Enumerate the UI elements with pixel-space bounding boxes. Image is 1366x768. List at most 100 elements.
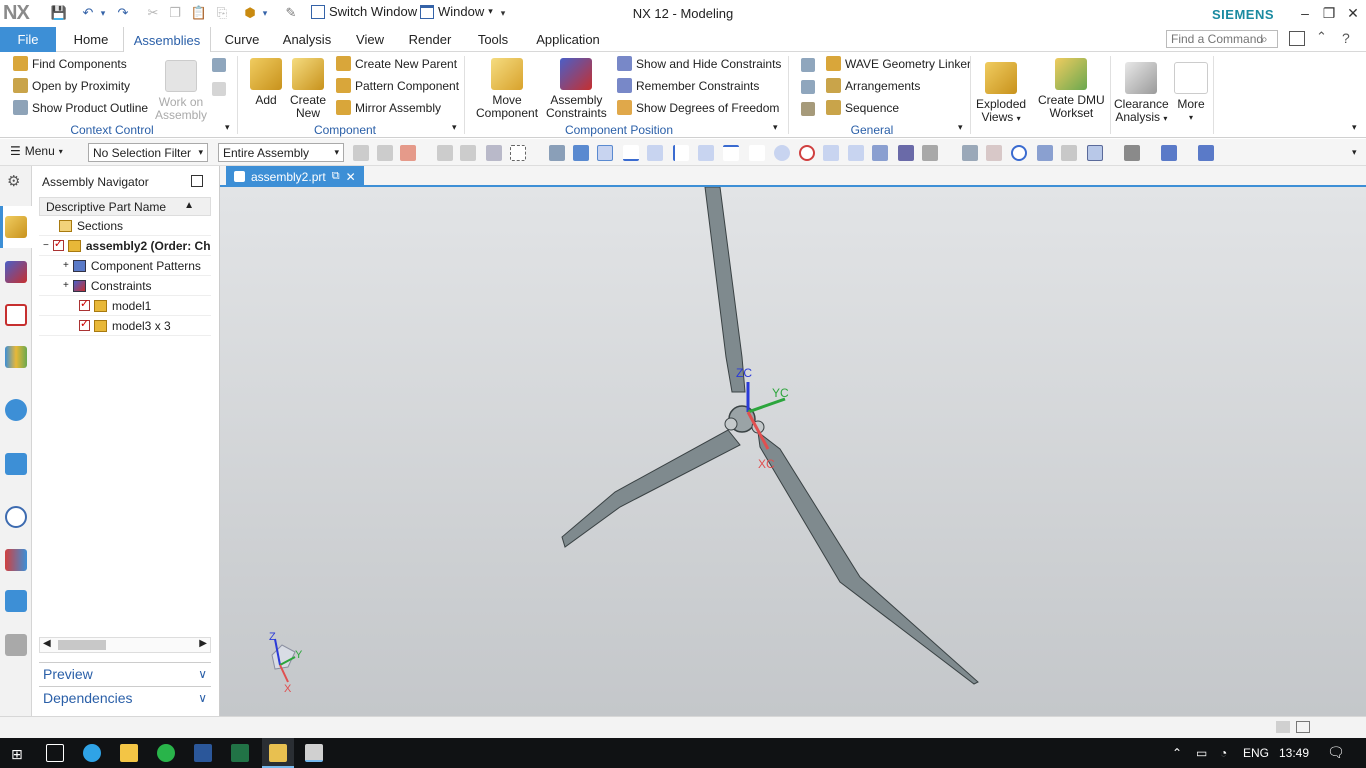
tab-home[interactable]: Home (64, 27, 118, 52)
paste-special-icon[interactable]: ⎘ (213, 4, 231, 22)
tool-dropdown-icon[interactable]: ▾ (260, 4, 270, 22)
task-view-icon[interactable] (46, 744, 64, 762)
assembly-navigator-icon[interactable] (5, 216, 27, 238)
rectangle-select-icon[interactable] (510, 145, 526, 161)
column-header[interactable]: Descriptive Part Name ▲ (39, 197, 211, 216)
dependencies-panel-header[interactable]: Dependencies ∨ (39, 686, 211, 708)
help-icon[interactable]: ? (1342, 30, 1350, 46)
app-icon[interactable] (305, 744, 323, 762)
cut-icon[interactable]: ✂ (144, 4, 162, 22)
quadrant-icon[interactable] (799, 145, 815, 161)
tab-file[interactable]: File (0, 27, 56, 52)
graphics-viewport[interactable]: ZC YC XC Z Y X (220, 186, 1366, 716)
remember-constraints-button[interactable]: Remember Constraints (617, 78, 759, 93)
background-icon[interactable] (1124, 145, 1140, 161)
tree-row-sections[interactable]: Sections (39, 216, 211, 236)
selection-scope-select[interactable]: Entire Assembly ▾ (218, 143, 344, 162)
collapse-ribbon-icon[interactable]: ⌃ (1316, 29, 1327, 45)
group-expand-icon[interactable]: ▾ (225, 122, 230, 133)
visibility-checkbox[interactable] (52, 237, 64, 251)
wave-geometry-linker-button[interactable]: WAVE Geometry Linker (826, 56, 971, 71)
pan-icon[interactable] (1037, 145, 1053, 161)
network-icon[interactable]: ◔ (1220, 746, 1227, 760)
fullscreen-icon[interactable] (1296, 721, 1310, 733)
cube-icon[interactable] (573, 145, 589, 161)
show-product-outline-button[interactable]: Show Product Outline (13, 100, 148, 115)
orient-view-icon[interactable] (1161, 145, 1177, 161)
edge-icon[interactable] (83, 744, 101, 762)
excel-icon[interactable] (231, 744, 249, 762)
create-dmu-workset-button[interactable]: Create DMU Workset (1038, 58, 1105, 120)
intersection-icon[interactable] (698, 145, 714, 161)
group-expand-icon[interactable]: ▾ (773, 122, 778, 133)
minimize-icon[interactable]: – (1293, 3, 1317, 23)
tab-tools[interactable]: Tools (468, 27, 518, 52)
general-small-icon-2[interactable] (801, 80, 815, 94)
scroll-right-icon[interactable]: ▶ (199, 638, 207, 649)
ribbon-options-dropdown-icon[interactable]: ▾ (1352, 122, 1357, 133)
show-dof-button[interactable]: Show Degrees of Freedom (617, 100, 779, 115)
snap-icon[interactable] (353, 145, 369, 161)
tab-analysis[interactable]: Analysis (276, 27, 338, 52)
paste-icon[interactable]: 📋 (190, 4, 208, 22)
create-new-parent-button[interactable]: Create New Parent (336, 56, 457, 71)
rotate-icon[interactable] (1011, 145, 1027, 161)
tree-row-model3[interactable]: model3 x 3 (39, 316, 211, 336)
existing-point-icon[interactable] (823, 145, 839, 161)
document-tab[interactable]: assembly2.prt ⧉ ✕ (226, 166, 364, 187)
create-new-button[interactable]: Create New (290, 58, 326, 120)
find-components-button[interactable]: Find Components (13, 56, 127, 71)
whatsapp-icon[interactable] (157, 744, 175, 762)
grid-icon[interactable] (922, 145, 938, 161)
collapse-icon[interactable]: − (43, 240, 49, 251)
tree-row-model1[interactable]: model1 (39, 296, 211, 316)
horizontal-scrollbar[interactable]: ◀ ▶ (39, 637, 211, 653)
reuse-library-icon[interactable] (5, 346, 27, 368)
perspective-icon[interactable] (1061, 145, 1077, 161)
palette-icon[interactable] (5, 549, 27, 571)
move-component-button[interactable]: Move Component (476, 58, 538, 120)
tab-assemblies[interactable]: Assemblies (123, 27, 211, 53)
selection-filter-select[interactable]: No Selection Filter ▾ (88, 143, 208, 162)
file-explorer-icon[interactable] (120, 744, 138, 762)
ribbon-options-icon[interactable] (1289, 31, 1305, 46)
snap-icon[interactable] (437, 145, 453, 161)
word-icon[interactable] (194, 744, 212, 762)
copy-icon[interactable]: ❐ (166, 4, 184, 22)
close-tab-icon[interactable]: ✕ (346, 170, 356, 184)
bounded-grid-icon[interactable] (898, 145, 914, 161)
tab-view[interactable]: View (348, 27, 392, 52)
close-icon[interactable]: ✕ (1341, 3, 1365, 23)
expand-icon[interactable]: + (63, 280, 69, 291)
tree-row-assembly2[interactable]: − assembly2 (Order: Ch (39, 236, 211, 256)
battery-icon[interactable]: ▭ (1196, 746, 1207, 760)
show-hide-constraints-button[interactable]: Show and Hide Constraints (617, 56, 781, 71)
midpoint-icon[interactable] (647, 145, 663, 161)
tree-row-constraints[interactable]: + Constraints (39, 276, 211, 296)
open-by-proximity-button[interactable]: Open by Proximity (13, 78, 130, 93)
status-icon[interactable] (1276, 721, 1290, 733)
tab-render[interactable]: Render (402, 27, 458, 52)
process-studio-icon[interactable] (5, 590, 27, 612)
constraint-navigator-icon[interactable] (5, 261, 27, 283)
show-hide-icon[interactable] (1198, 145, 1214, 161)
scroll-left-icon[interactable]: ◀ (43, 638, 51, 649)
language-indicator[interactable]: ENG (1243, 746, 1269, 760)
preview-panel-header[interactable]: Preview ∨ (39, 662, 211, 684)
endpoint-icon[interactable] (623, 145, 639, 161)
customize-quick-access-icon[interactable]: ▾ (494, 4, 512, 22)
clock[interactable]: 13:49 (1279, 746, 1309, 760)
visibility-checkbox[interactable] (79, 317, 90, 331)
maximize-panel-icon[interactable] (191, 175, 203, 187)
control-point-icon[interactable] (673, 145, 689, 161)
group-expand-icon[interactable]: ▾ (452, 122, 457, 133)
group-expand-icon[interactable]: ▾ (958, 122, 963, 133)
render-style-icon[interactable] (1087, 145, 1103, 161)
point-on-face-icon[interactable] (872, 145, 888, 161)
touch-mode-icon[interactable]: ✎ (282, 4, 300, 22)
undock-icon[interactable]: ⧉ (332, 170, 340, 183)
expand-icon[interactable]: + (63, 260, 69, 271)
view-icon[interactable] (549, 145, 565, 161)
redo-icon[interactable]: ↷ (114, 4, 132, 22)
exploded-views-button[interactable]: Exploded Views ▾ (976, 62, 1026, 125)
